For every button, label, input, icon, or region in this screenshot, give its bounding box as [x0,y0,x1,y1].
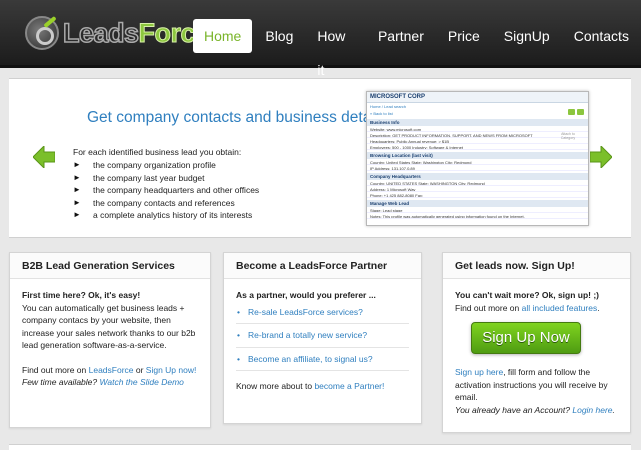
card-more: Know more about to become a Partner! [236,381,385,391]
mock-back-link: « Back to list [370,111,393,116]
card-text: You can automatically get business leads… [22,302,196,351]
card-title: B2B Lead Generation Services [10,253,210,279]
mock-line: Employees: 500 - 1000 Industry: Software… [367,144,588,150]
nav-contacts[interactable]: Contacts [563,19,640,53]
card-instructions: Sign up here, fill form and follow the a… [455,367,608,402]
hero-intro: For each identified business lead you ob… [73,147,242,157]
signup-now-button[interactable]: Sign Up Now [471,322,581,354]
hero-feature-item: the company contacts and references [73,197,259,210]
mock-breadcrumb: Home / Lead search [370,104,407,109]
card-signup: Get leads now. Sign Up! You can't wait m… [442,252,631,433]
card-lead: First time here? Ok, it's easy! [22,290,141,300]
mock-side-note: Attach to Category [560,132,576,140]
header: LeadsForce Home Blog How it works Partne… [0,0,641,112]
mock-buttons [568,109,584,115]
features-link[interactable]: all included features [522,303,598,313]
hero-feature-item: the company organization profile [73,159,259,172]
logo-text: LeadsForce [62,17,210,49]
become-partner-link[interactable]: become a Partner! [314,381,384,391]
card-title: Get leads now. Sign Up! [443,253,630,279]
card-b2b-services: B2B Lead Generation Services First time … [9,252,211,428]
partner-options: Re-sale LeadsForce services? Re-brand a … [236,306,409,371]
nav-blog[interactable]: Blog [254,19,304,53]
partner-option-resale[interactable]: Re-sale LeadsForce services? [236,306,409,324]
login-link[interactable]: Login here [572,405,612,415]
mock-section: Business Info [367,119,588,126]
leadsforce-link[interactable]: LeadsForce [89,365,134,375]
hero-feature-list: the company organization profile the com… [73,159,259,222]
signup-here-link[interactable]: Sign up here [455,367,503,377]
nav-how-it-works[interactable]: How it works [306,19,365,112]
footer-strip [9,444,631,450]
arrow-right-icon[interactable] [590,146,612,168]
nav-price[interactable]: Price [437,19,491,53]
hero-feature-item: a complete analytics history of its inte… [73,209,259,222]
mock-line: IP Address: 131.107.0.89 [367,165,588,171]
mock-line: Notes: This profile was automatically ge… [367,213,588,219]
partner-option-affiliate[interactable]: Become an affiliate, to signal us? [236,353,409,371]
hero-title: Get company contacts and business detail… [87,109,386,126]
mock-section: Browsing Location (last visit) [367,152,588,159]
mock-section: Company Headquarters [367,173,588,180]
target-icon [25,16,59,50]
signup-now-link[interactable]: Sign Up now! [146,365,197,375]
hero-slider: Get company contacts and business detail… [9,78,631,238]
mock-title: MICROSOFT CORP [367,92,588,103]
card-title: Become a LeadsForce Partner [224,253,421,279]
arrow-left-icon[interactable] [33,146,55,168]
card-find-more: Find out more on LeadsForce or Sign Up n… [22,364,197,375]
logo[interactable]: LeadsForce [25,16,211,54]
card-lead: You can't wait more? Ok, sign up! ;) [455,290,600,300]
card-body: As a partner, would you preferer ... Re-… [224,279,421,403]
card-body: First time here? Ok, it's easy! You can … [10,279,210,399]
nav-partner[interactable]: Partner [367,19,435,53]
card-account: You already have an Account? Login here. [455,404,615,415]
lead-profile-screenshot: MICROSOFT CORP Home / Lead search « Back… [366,91,589,226]
mock-line: Phone: +1 425 882-8080 Fax: [367,192,588,198]
hero-feature-item: the company headquarters and other offic… [73,184,259,197]
card-find-more: Find out more on all included features. [455,302,600,313]
card-body: You can't wait more? Ok, sign up! ;) Fin… [443,279,630,426]
card-partner: Become a LeadsForce Partner As a partner… [223,252,422,424]
nav-signup[interactable]: SignUp [493,19,561,53]
nav-home[interactable]: Home [193,19,253,53]
logo-leads: Leads [62,17,140,49]
partner-option-rebrand[interactable]: Re-brand a totally new service? [236,329,409,348]
main-nav: Home Blog How it works Partner Price Sig… [193,18,641,112]
card-time: Few time available? Watch the Slide Demo [22,377,184,387]
mock-section: Manage Web Lead [367,200,588,207]
hero-feature-item: the company last year budget [73,172,259,185]
slide-demo-link[interactable]: Watch the Slide Demo [99,377,183,387]
card-lead: As a partner, would you preferer ... [236,290,376,300]
